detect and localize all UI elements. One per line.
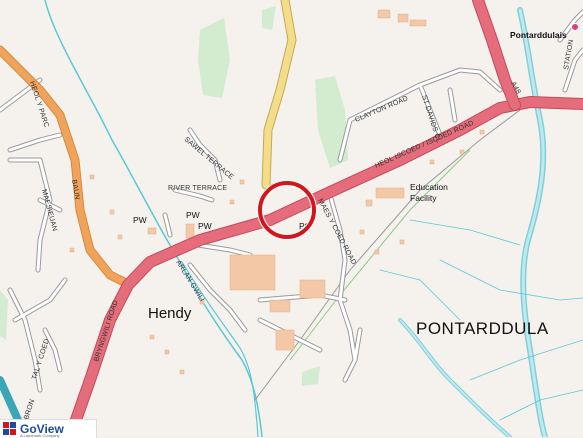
map-canvas: HEOL ISCOED / ISCOED ROAD CLAYTON ROAD S…	[0, 0, 583, 437]
poi-education-line2: Facility	[410, 193, 437, 203]
map-view[interactable]: HEOL ISCOED / ISCOED ROAD CLAYTON ROAD S…	[0, 0, 583, 438]
station-marker-icon[interactable]	[571, 23, 579, 31]
logo-tagline: A Landmark Company	[20, 433, 60, 438]
poi-pw-right: PW	[198, 221, 212, 231]
goview-logo: GoView A Landmark Company	[0, 419, 97, 438]
poi-pw-mid: PW	[186, 210, 200, 220]
poi-education-line1: Education	[410, 182, 448, 192]
poi-pw-left: PW	[133, 215, 147, 225]
place-pontarddulais-area: PONTARDDULA	[416, 319, 549, 338]
place-pontarddulais-station: Pontarddulais	[510, 30, 567, 40]
place-hendy: Hendy	[148, 305, 192, 322]
goview-mark-icon	[3, 422, 17, 436]
road-label-river-terrace: RIVER TERRACE	[168, 185, 227, 192]
